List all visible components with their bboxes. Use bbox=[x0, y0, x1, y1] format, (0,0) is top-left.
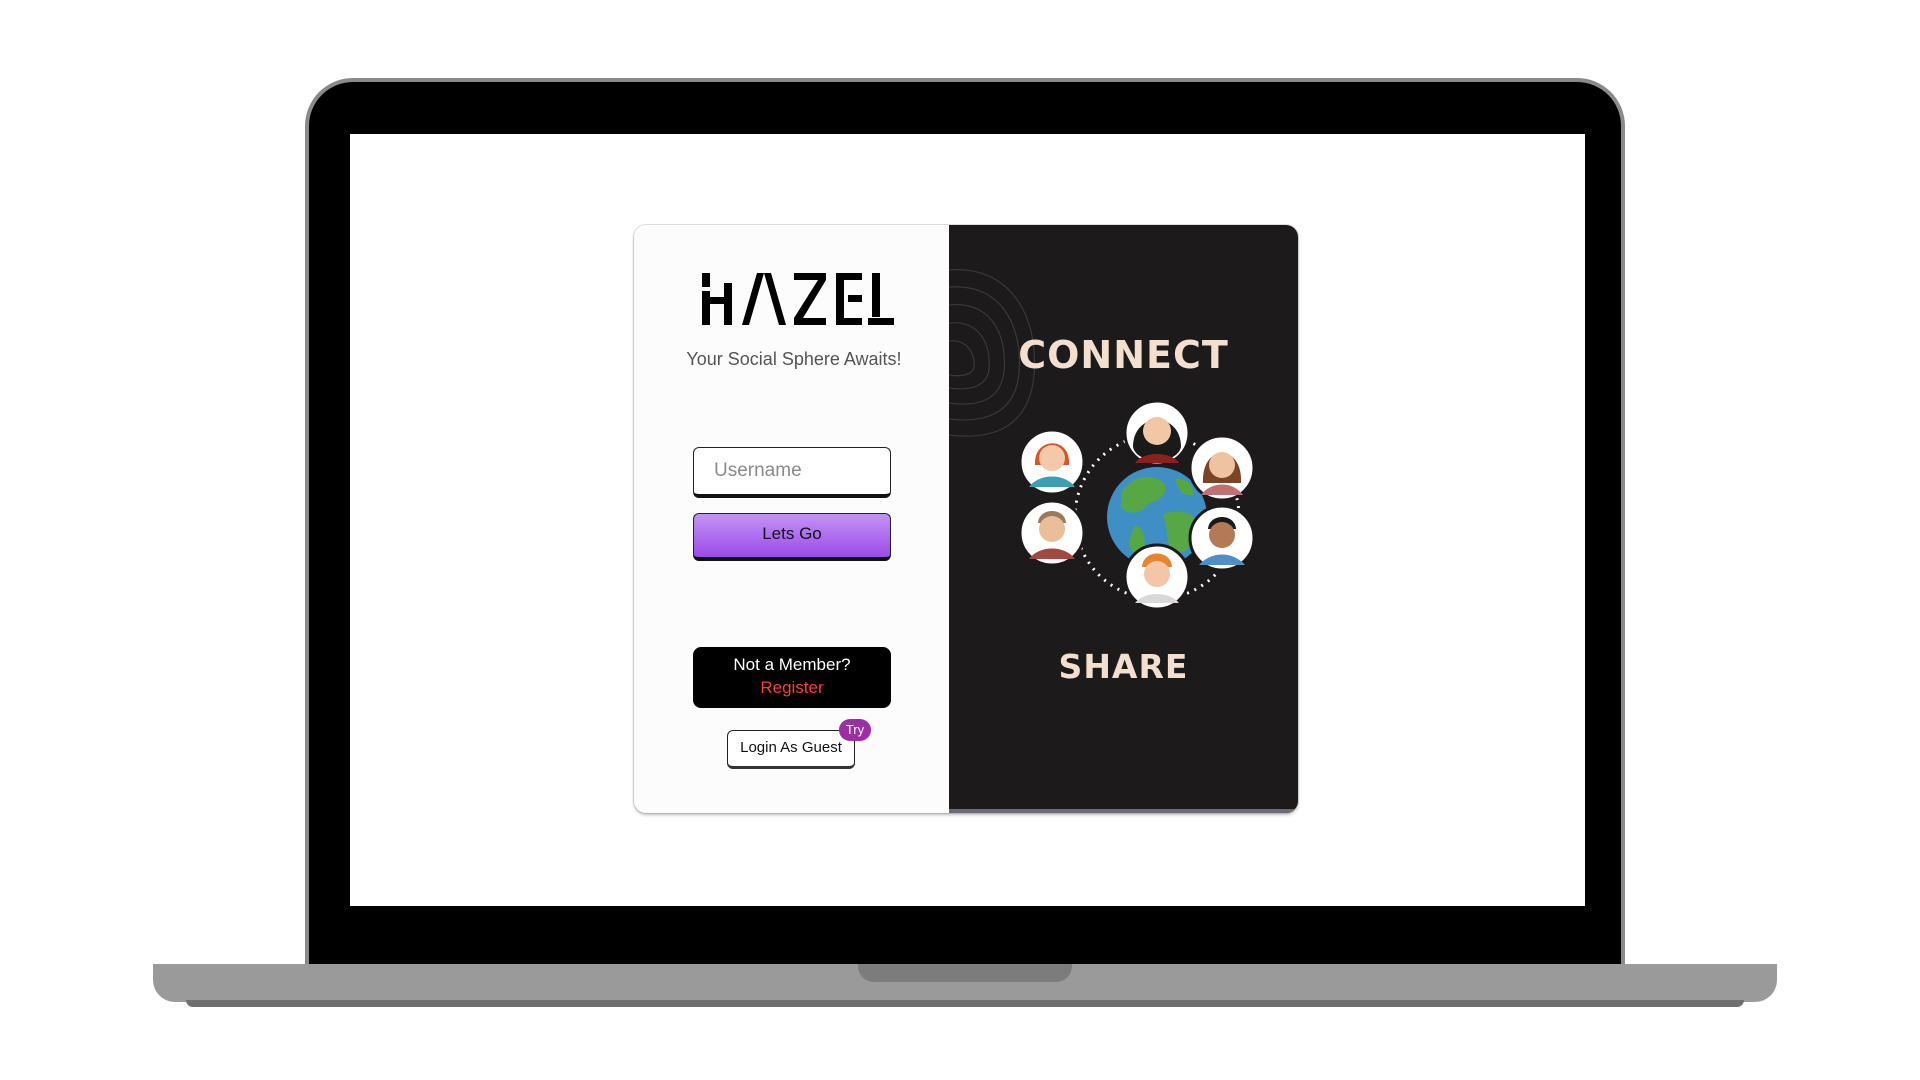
person-avatar-icon bbox=[1018, 428, 1086, 496]
person-avatar-icon bbox=[1123, 543, 1191, 611]
laptop-base-shadow bbox=[186, 1000, 1744, 1007]
hazel-logo bbox=[702, 273, 894, 325]
login-pane: Your Social Sphere Awaits! Lets Go Not a… bbox=[634, 225, 949, 813]
register-link[interactable]: Register bbox=[693, 678, 891, 698]
person-avatar-icon bbox=[1188, 504, 1256, 572]
laptop-notch bbox=[858, 964, 1072, 982]
screen: Your Social Sphere Awaits! Lets Go Not a… bbox=[350, 134, 1585, 906]
lets-go-button[interactable]: Lets Go bbox=[693, 513, 891, 561]
register-prompt[interactable]: Not a Member? Register bbox=[693, 647, 891, 708]
try-badge: Try bbox=[839, 719, 871, 741]
login-as-guest-button[interactable]: Login As Guest bbox=[727, 730, 855, 769]
person-avatar-icon bbox=[1018, 499, 1086, 567]
social-network-illustration bbox=[949, 269, 1256, 611]
hero-pane: CONNECT SHARE bbox=[949, 225, 1298, 813]
tagline: Your Social Sphere Awaits! bbox=[686, 349, 902, 369]
connect-heading: CONNECT bbox=[1018, 333, 1229, 377]
person-avatar-icon bbox=[1123, 399, 1191, 467]
person-avatar-icon bbox=[1188, 434, 1256, 502]
not-member-text: Not a Member? bbox=[733, 655, 851, 674]
login-card: Your Social Sphere Awaits! Lets Go Not a… bbox=[634, 225, 1298, 813]
username-input[interactable] bbox=[693, 447, 891, 498]
share-heading: SHARE bbox=[1058, 647, 1189, 686]
